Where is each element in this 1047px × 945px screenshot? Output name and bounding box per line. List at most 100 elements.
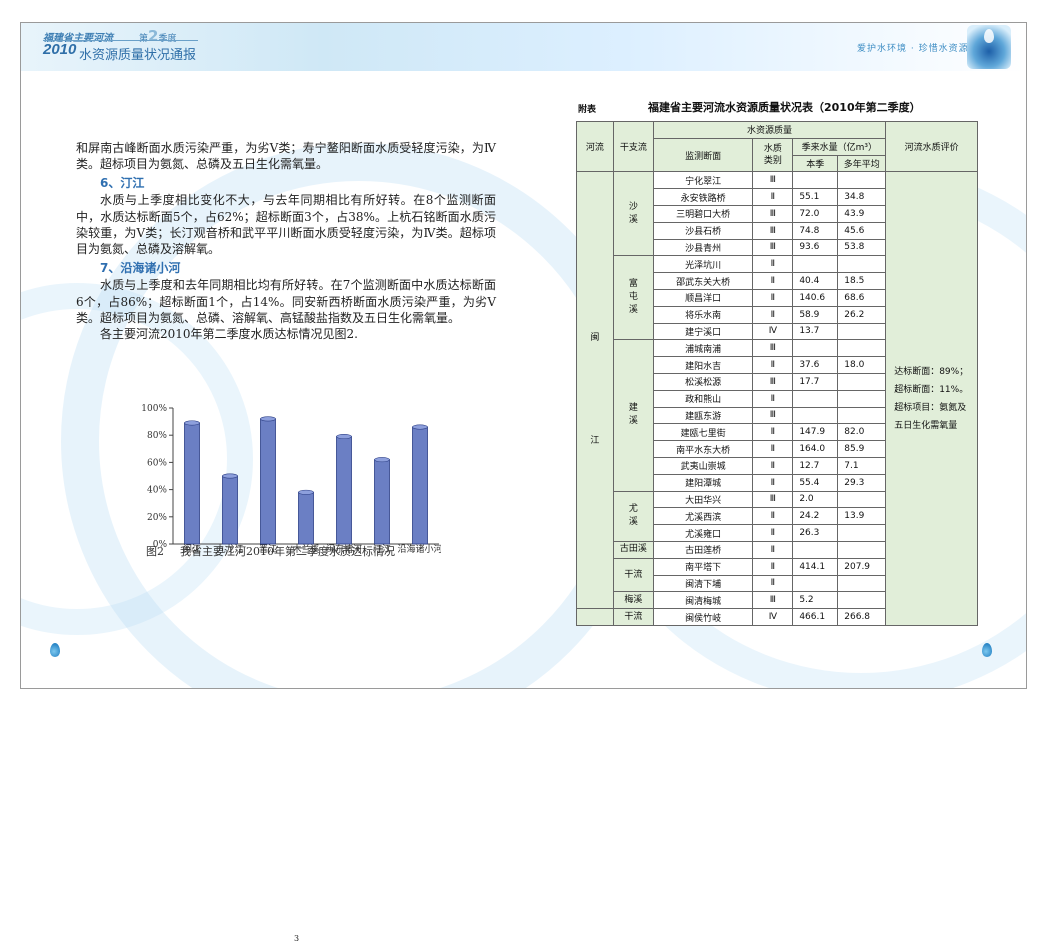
season-suffix: 季度 [158,34,177,44]
class-cell: Ⅱ [752,473,794,492]
class-cell: Ⅲ [752,238,794,257]
station-cell: 松溪松源 [652,372,754,391]
evaluation-line: 五日生化需氧量 [894,420,958,431]
station-cell: 尤溪雍口 [652,524,754,542]
station-cell: 建阳潭城 [652,473,754,492]
bar-cap [222,473,238,479]
current-volume-cell: 74.8 [792,221,839,240]
station-cell: 古田莲桥 [652,540,754,559]
current-volume-cell: 24.2 [792,507,839,526]
class-cell: Ⅱ [752,507,794,526]
section-heading-tingjiang: 6、汀江 [100,175,145,190]
chart-svg: 0%20%40%60%80%100%闽江 九龙江 晋江 木兰溪 闽东诸河 汀江 沿海诸小河 [141,404,442,555]
header-band: 福建省主要河流 第2季度 2010 水资源质量状况通报 爱护水环境 · 珍惜水资… [21,23,1026,71]
bar-5 [336,436,352,545]
average-volume-cell: 29.3 [837,473,887,492]
station-cell: 宁化翠江 [652,171,754,190]
station-cell: 沙县石桥 [652,221,754,240]
paragraph: 和屏南古峰断面水质污染严重，为劣Ⅴ类；寿宁鳌阳断面水质受轻度污染，为Ⅳ类。超标项… [76,141,496,172]
station-cell: 建阳水吉 [652,356,754,374]
current-volume-cell: 93.6 [792,238,839,257]
current-volume-cell: 37.6 [792,356,839,374]
paragraph: 水质与上季度和去年同期相比均有所好转。在7个监测断面中水质达标断面6个，占86%… [76,278,496,326]
current-volume-cell: 40.4 [792,272,839,290]
class-cell: Ⅱ [752,356,794,374]
class-cell: Ⅱ [752,456,794,475]
header-year: 2010 [43,41,77,58]
branch-char: 建 [628,403,638,414]
branch-char: 屯 [628,292,638,303]
y-tick-label: 60% [147,458,167,468]
station-cell: 沙县青州 [652,238,754,257]
branch-char: 尤 [628,504,638,515]
station-cell: 武夷山崇城 [652,456,754,475]
station-cell: 建宁溪口 [652,322,754,341]
page-number: 3 [294,934,300,943]
current-volume-cell [792,171,839,190]
figure-caption: 图2 我省主要江河2010年第二季度水质达标情况 [146,543,395,559]
average-volume-cell: 82.0 [837,423,887,442]
class-cell: Ⅲ [752,406,794,425]
average-volume-cell: 68.6 [837,288,887,307]
current-volume-cell [792,389,839,408]
bar-2 [222,475,238,545]
compliance-bar-chart: 0% 20% 40% 60% 80% 100% 闽江 九龙江 晋江 木兰溪 闽东诸河 汀江 沿海诸小河 [141,398,442,558]
class-cell: Ⅱ [752,524,794,542]
header-class-line2: 类别 [763,156,782,167]
class-cell: Ⅲ [752,221,794,240]
class-cell: Ⅱ [752,540,794,559]
class-cell: Ⅱ [752,288,794,307]
class-cell: Ⅱ [752,423,794,442]
river-char: 闽 [590,333,600,344]
average-volume-cell [837,524,887,542]
class-cell: Ⅱ [752,389,794,408]
branch-meixi: 梅溪 [612,591,654,610]
class-cell: Ⅱ [752,574,794,593]
class-cell: Ⅲ [752,372,794,391]
river-minjiang: 闽江 [576,171,614,610]
current-volume-cell: 55.4 [792,473,839,492]
header-slogan: 爱护水环境 · 珍惜水资源 [857,44,969,54]
average-volume-cell: 45.6 [837,221,887,240]
evaluation-cell: 达标断面：89%； 超标断面：11%。 超标项目：氨氮及 五日生化需氧量 [885,171,978,626]
station-cell: 闽侯竹岐 [652,608,754,626]
table-row: 闽江沙溪宁化翠江 Ⅲ 达标断面：89%； 超标断面：11%。 超标项目：氨氮及 五日生化需… [576,171,978,626]
average-volume-cell [837,490,887,509]
current-volume-cell: 58.9 [792,305,839,324]
branch-char: 溪 [628,517,638,528]
current-volume-cell: 414.1 [792,557,839,576]
bar-6 [374,459,390,545]
class-cell: Ⅱ [752,188,794,206]
station-cell: 浦城南浦 [652,339,754,358]
class-cell: Ⅱ [752,557,794,576]
average-volume-cell: 266.8 [837,608,887,626]
season-prefix: 第 [139,34,149,44]
current-volume-cell [792,574,839,593]
station-cell: 将乐水南 [652,305,754,324]
page-frame: 福建省主要河流 第2季度 2010 水资源质量状况通报 爱护水环境 · 珍惜水资… [20,22,1027,689]
station-cell: 闽清梅城 [652,591,754,610]
season-number: 2 [148,27,159,45]
average-volume-cell: 13.9 [837,507,887,526]
current-volume-cell: 12.7 [792,456,839,475]
station-cell: 政和熊山 [652,389,754,408]
paragraph: 各主要河流2010年第二季度水质达标情况见图2. [100,327,358,342]
average-volume-cell: 26.2 [837,305,887,324]
station-cell: 大田华兴 [652,490,754,509]
header-station: 监测断面 [652,137,754,173]
branch-youxi: 尤溪 [612,490,654,542]
class-cell: Ⅱ [752,440,794,458]
header-volume: 季来水量（亿m³） [792,137,887,156]
class-cell: Ⅲ [752,490,794,509]
water-drop-icon [50,643,60,657]
branch-gutianxi: 古田溪 [612,540,654,559]
header-resource-quality: 水资源质量 [652,121,887,139]
evaluation-line: 超标项目：氨氮及 [894,402,967,413]
water-quality-table: 河流 干支流 水资源质量 河流水质评价 监测断面 水质 类别 季来水量（亿m³） … [576,120,978,626]
average-volume-cell [837,389,887,408]
table-header-row: 河流 干支流 水资源质量 河流水质评价 [576,120,978,173]
caption-text: 我省主要江河2010年第二季度水质达标情况 [180,545,395,558]
y-tick-label: 20% [147,513,167,523]
current-volume-cell [792,255,839,274]
class-cell: Ⅲ [752,591,794,610]
